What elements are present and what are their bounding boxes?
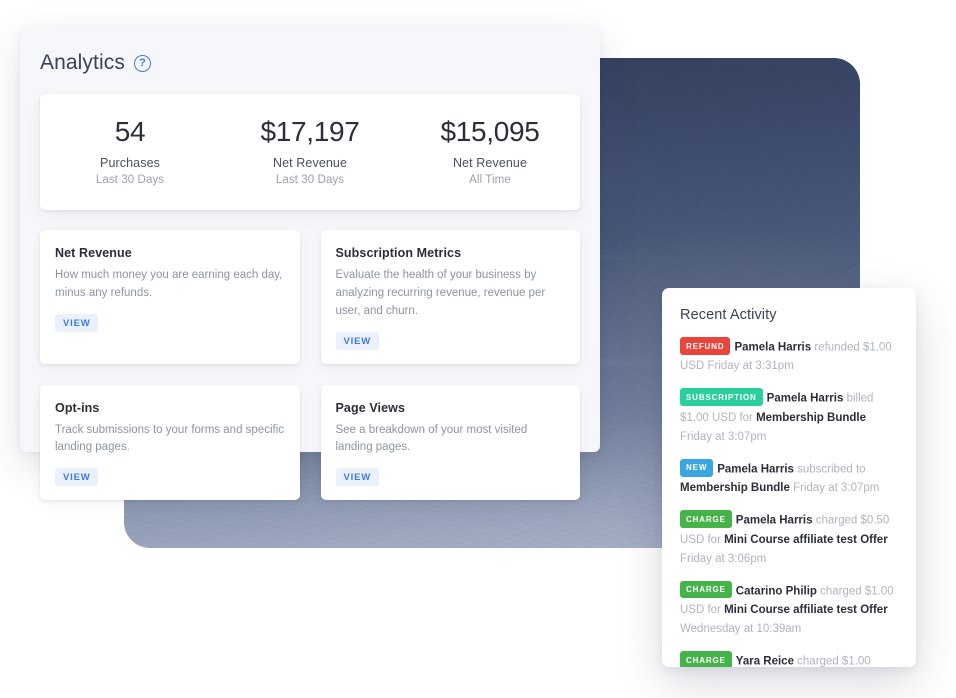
activity-item[interactable]: CHARGE Catarino Philip charged $1.00 USD … [680, 580, 898, 639]
feature-card-description: Evaluate the health of your business by … [335, 269, 546, 317]
activity-actor: Pamela Harris [735, 514, 813, 527]
page-title: Analytics [40, 51, 125, 74]
analytics-panel: Analytics ? 54 Purchases Last 30 Days $1… [20, 27, 600, 501]
feature-card-page-views[interactable]: Page Views See a breakdown of your most … [320, 384, 580, 501]
feature-card-title: Opt-ins [55, 400, 100, 415]
stat-purchases: 54 Purchases Last 30 Days [40, 116, 220, 186]
view-button[interactable]: VIEW [55, 313, 99, 332]
question-mark-circle-icon[interactable]: ? [133, 54, 151, 72]
view-button[interactable]: VIEW [335, 331, 379, 350]
activity-item[interactable]: CHARGEYara Reice charged $1.00 USD for M… [680, 651, 898, 667]
activity-timestamp: Friday at 3:06pm [680, 552, 767, 565]
activity-badge: REFUND [680, 337, 731, 355]
stat-value: $17,197 [260, 116, 360, 147]
recent-activity-list: REFUND Pamela Harris refunded $1.00 USD F… [680, 337, 898, 667]
activity-item[interactable]: CHARGE Pamela Harris charged $0.50 USD fo… [680, 510, 898, 568]
feature-card-title: Net Revenue [55, 246, 132, 261]
stat-subtitle: Last 30 Days [275, 174, 345, 187]
activity-timestamp: Wednesday at 10:39am [680, 623, 802, 636]
activity-actor: Catarino Philip [735, 585, 817, 598]
activity-badge: CHARGE [680, 651, 732, 667]
stat-subtitle: Last 30 Days [95, 174, 165, 187]
activity-action: subscribed to [793, 463, 866, 476]
feature-card-subscription-metrics[interactable]: Subscription Metrics Evaluate the health… [320, 230, 580, 364]
feature-card-description: Track submissions to your forms and spec… [55, 423, 285, 454]
activity-item[interactable]: REFUND Pamela Harris refunded $1.00 USD F… [680, 337, 898, 376]
feature-card-net-revenue[interactable]: Net Revenue How much money you are earni… [40, 230, 300, 364]
feature-card-grid: Net Revenue How much money you are earni… [40, 230, 580, 501]
activity-object: Mini Course affiliate test Offer [724, 533, 888, 546]
activity-item[interactable]: SUBSCRIPTION Pamela Harris billed $1.00 U… [680, 388, 898, 446]
feature-card-title: Subscription Metrics [335, 246, 462, 261]
activity-badge: CHARGE [680, 580, 732, 599]
activity-actor: Yara Reice [735, 655, 794, 667]
feature-card-description: See a breakdown of your most visited lan… [335, 423, 528, 454]
activity-timestamp: Friday at 3:07pm [789, 482, 880, 495]
stat-net-revenue-30d: $17,197 Net Revenue Last 30 Days [220, 116, 400, 186]
activity-object: Membership Bundle [756, 411, 866, 424]
activity-timestamp: Friday at 3:07pm [680, 430, 767, 443]
stat-subtitle: All Time [469, 174, 511, 187]
feature-card-title: Page Views [335, 400, 406, 415]
activity-badge: NEW [680, 458, 714, 477]
stats-summary-card: 54 Purchases Last 30 Days $17,197 Net Re… [40, 94, 580, 211]
stat-label: Purchases [100, 156, 160, 171]
feature-card-opt-ins[interactable]: Opt-ins Track submissions to your forms … [40, 384, 300, 501]
activity-actor: Pamela Harris [766, 392, 844, 405]
activity-object: Mini Course affiliate test Offer [724, 604, 888, 617]
activity-object: Membership Bundle [680, 482, 790, 495]
stat-label: Net Revenue [452, 156, 528, 171]
analytics-header: Analytics ? [20, 27, 600, 75]
stat-net-revenue-all-time: $15,095 Net Revenue All Time [400, 116, 580, 186]
recent-activity-title: Recent Activity [680, 307, 777, 323]
activity-badge: CHARGE [680, 510, 732, 528]
stat-value: 54 [114, 116, 146, 147]
activity-item[interactable]: NEW Pamela Harris subscribed to Membershi… [680, 458, 898, 498]
stat-label: Net Revenue [272, 156, 348, 171]
activity-actor: Pamela Harris [717, 463, 794, 476]
stat-value: $15,095 [440, 116, 540, 147]
view-button[interactable]: VIEW [55, 468, 99, 487]
activity-timestamp: Friday at 3:31pm [707, 360, 794, 373]
screenshot-stage: Analytics ? 54 Purchases Last 30 Days $1… [0, 0, 956, 698]
view-button[interactable]: VIEW [335, 468, 379, 487]
feature-card-description: How much money you are earning each day,… [55, 269, 283, 299]
activity-actor: Pamela Harris [734, 341, 812, 354]
activity-badge: SUBSCRIPTION [680, 388, 763, 407]
recent-activity-panel: Recent Activity REFUND Pamela Harris refu… [662, 288, 916, 667]
